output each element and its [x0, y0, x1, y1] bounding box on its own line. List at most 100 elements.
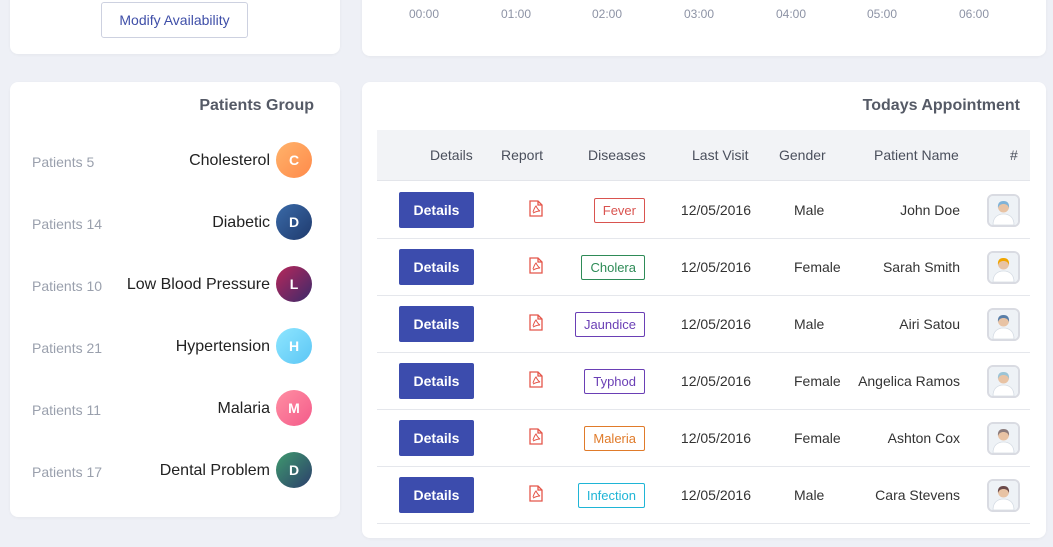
- x-tick-label: 01:00: [500, 7, 532, 21]
- patient-group-item[interactable]: Patients 5 Cholesterol C: [10, 142, 340, 182]
- last-visit-cell: 12/05/2016: [680, 430, 751, 446]
- details-button[interactable]: Details: [399, 420, 474, 456]
- pdf-report-icon[interactable]: [529, 200, 543, 217]
- disease-badge: Fever: [593, 198, 645, 223]
- last-visit-cell: 12/05/2016: [680, 259, 751, 275]
- appointments-title: Todays Appointment: [862, 97, 1020, 114]
- gender-cell: Male: [794, 316, 825, 332]
- details-button[interactable]: Details: [399, 192, 474, 228]
- gender-cell: Male: [794, 487, 825, 503]
- group-initial-avatar: C: [276, 142, 312, 178]
- patient-count: Patients 11: [32, 402, 102, 418]
- disease-badge: Typhod: [584, 369, 645, 394]
- group-name: Cholesterol: [189, 152, 270, 169]
- patient-name-cell: Airi Satou: [899, 316, 960, 332]
- patient-avatar: [987, 251, 1020, 284]
- x-tick-label: 03:00: [683, 7, 715, 21]
- header-patient-name: Patient Name: [874, 147, 959, 163]
- group-name: Malaria: [217, 400, 270, 417]
- patient-group-item[interactable]: Patients 14 Diabetic D: [10, 204, 340, 244]
- last-visit-cell: 12/05/2016: [680, 373, 751, 389]
- group-initial-avatar: L: [276, 266, 312, 302]
- patient-group-item[interactable]: Patients 10 Low Blood Pressure L: [10, 266, 340, 306]
- disease-badge: Jaundice: [574, 312, 645, 337]
- patient-group-item[interactable]: Patients 17 Dental Problem D: [10, 452, 340, 492]
- patient-avatar: [987, 479, 1020, 512]
- modify-availability-button[interactable]: Modify Availability: [101, 2, 248, 38]
- last-visit-cell: 12/05/2016: [680, 487, 751, 503]
- gender-cell: Female: [794, 373, 841, 389]
- x-tick-label: 06:00: [958, 7, 990, 21]
- table-row: Details Maleria 12/05/2016 Female Ashton…: [377, 410, 1030, 467]
- patient-avatar: [987, 194, 1020, 227]
- patient-count: Patients 10: [32, 278, 103, 294]
- disease-badge: Cholera: [581, 255, 645, 280]
- gender-cell: Male: [794, 202, 825, 218]
- availability-card: Modify Availability: [10, 0, 340, 54]
- header-report: Report: [501, 147, 544, 163]
- table-header: Details Report Diseases Last Visit Gende…: [377, 130, 1030, 181]
- pdf-report-icon[interactable]: [529, 428, 543, 445]
- person-avatar-icon: [989, 253, 1018, 282]
- header-last-visit: Last Visit: [692, 147, 749, 163]
- person-avatar-icon: [989, 481, 1018, 510]
- patient-name-cell: Ashton Cox: [887, 430, 960, 446]
- pdf-report-icon[interactable]: [529, 485, 543, 502]
- person-avatar-icon: [989, 367, 1018, 396]
- chart-card: 00:00 01:00 02:00 03:00 04:00 05:00 06:0…: [362, 0, 1046, 56]
- patient-avatar: [987, 308, 1020, 341]
- appointments-card: Todays Appointment Details Report Diseas…: [362, 82, 1046, 538]
- x-tick-label: 05:00: [866, 7, 898, 21]
- table-row: Details Typhod 12/05/2016 Female Angelic…: [377, 353, 1030, 410]
- header-gender: Gender: [779, 147, 826, 163]
- pdf-report-icon[interactable]: [529, 314, 543, 331]
- details-button[interactable]: Details: [399, 306, 474, 342]
- patient-name-cell: John Doe: [900, 202, 960, 218]
- x-tick-label: 00:00: [408, 7, 440, 21]
- last-visit-cell: 12/05/2016: [680, 316, 751, 332]
- group-initial-avatar: H: [276, 328, 312, 364]
- table-row: Details Fever 12/05/2016 Male John Doe: [377, 182, 1030, 239]
- group-name: Diabetic: [212, 214, 270, 231]
- patient-name-cell: Angelica Ramos: [858, 373, 960, 389]
- last-visit-cell: 12/05/2016: [680, 202, 751, 218]
- person-avatar-icon: [989, 196, 1018, 225]
- table-row: Details Jaundice 12/05/2016 Male Airi Sa…: [377, 296, 1030, 353]
- details-button[interactable]: Details: [399, 249, 474, 285]
- patient-count: Patients 17: [32, 464, 103, 480]
- person-avatar-icon: [989, 310, 1018, 339]
- header-details: Details: [430, 147, 473, 163]
- disease-badge: Infection: [577, 483, 645, 508]
- table-row: Details Cholera 12/05/2016 Female Sarah …: [377, 239, 1030, 296]
- patient-count: Patients 14: [32, 216, 103, 232]
- patient-name-cell: Cara Stevens: [875, 487, 960, 503]
- pdf-report-icon[interactable]: [529, 371, 543, 388]
- group-name: Hypertension: [175, 338, 270, 355]
- group-initial-avatar: M: [276, 390, 312, 426]
- group-name: Low Blood Pressure: [126, 276, 270, 293]
- patients-group-title: Patients Group: [199, 97, 314, 114]
- gender-cell: Female: [794, 259, 841, 275]
- gender-cell: Female: [794, 430, 841, 446]
- group-initial-avatar: D: [276, 204, 312, 240]
- patient-name-cell: Sarah Smith: [882, 259, 960, 275]
- header-diseases: Diseases: [588, 147, 646, 163]
- patient-count: Patients 5: [32, 154, 95, 170]
- group-name: Dental Problem: [159, 462, 270, 479]
- patients-group-card: Patients Group Patients 5 Cholesterol C …: [10, 82, 340, 517]
- header-index: #: [1010, 147, 1018, 163]
- table-row: Details Infection 12/05/2016 Male Cara S…: [377, 467, 1030, 524]
- group-initial-avatar: D: [276, 452, 312, 488]
- patient-group-item[interactable]: Patients 11 Malaria M: [10, 390, 340, 430]
- x-tick-label: 02:00: [591, 7, 623, 21]
- patient-avatar: [987, 422, 1020, 455]
- patient-group-item[interactable]: Patients 21 Hypertension H: [10, 328, 340, 368]
- person-avatar-icon: [989, 424, 1018, 453]
- patient-avatar: [987, 365, 1020, 398]
- patient-count: Patients 21: [32, 340, 103, 356]
- pdf-report-icon[interactable]: [529, 257, 543, 274]
- details-button[interactable]: Details: [399, 363, 474, 399]
- disease-badge: Maleria: [584, 426, 645, 451]
- x-tick-label: 04:00: [775, 7, 807, 21]
- details-button[interactable]: Details: [399, 477, 474, 513]
